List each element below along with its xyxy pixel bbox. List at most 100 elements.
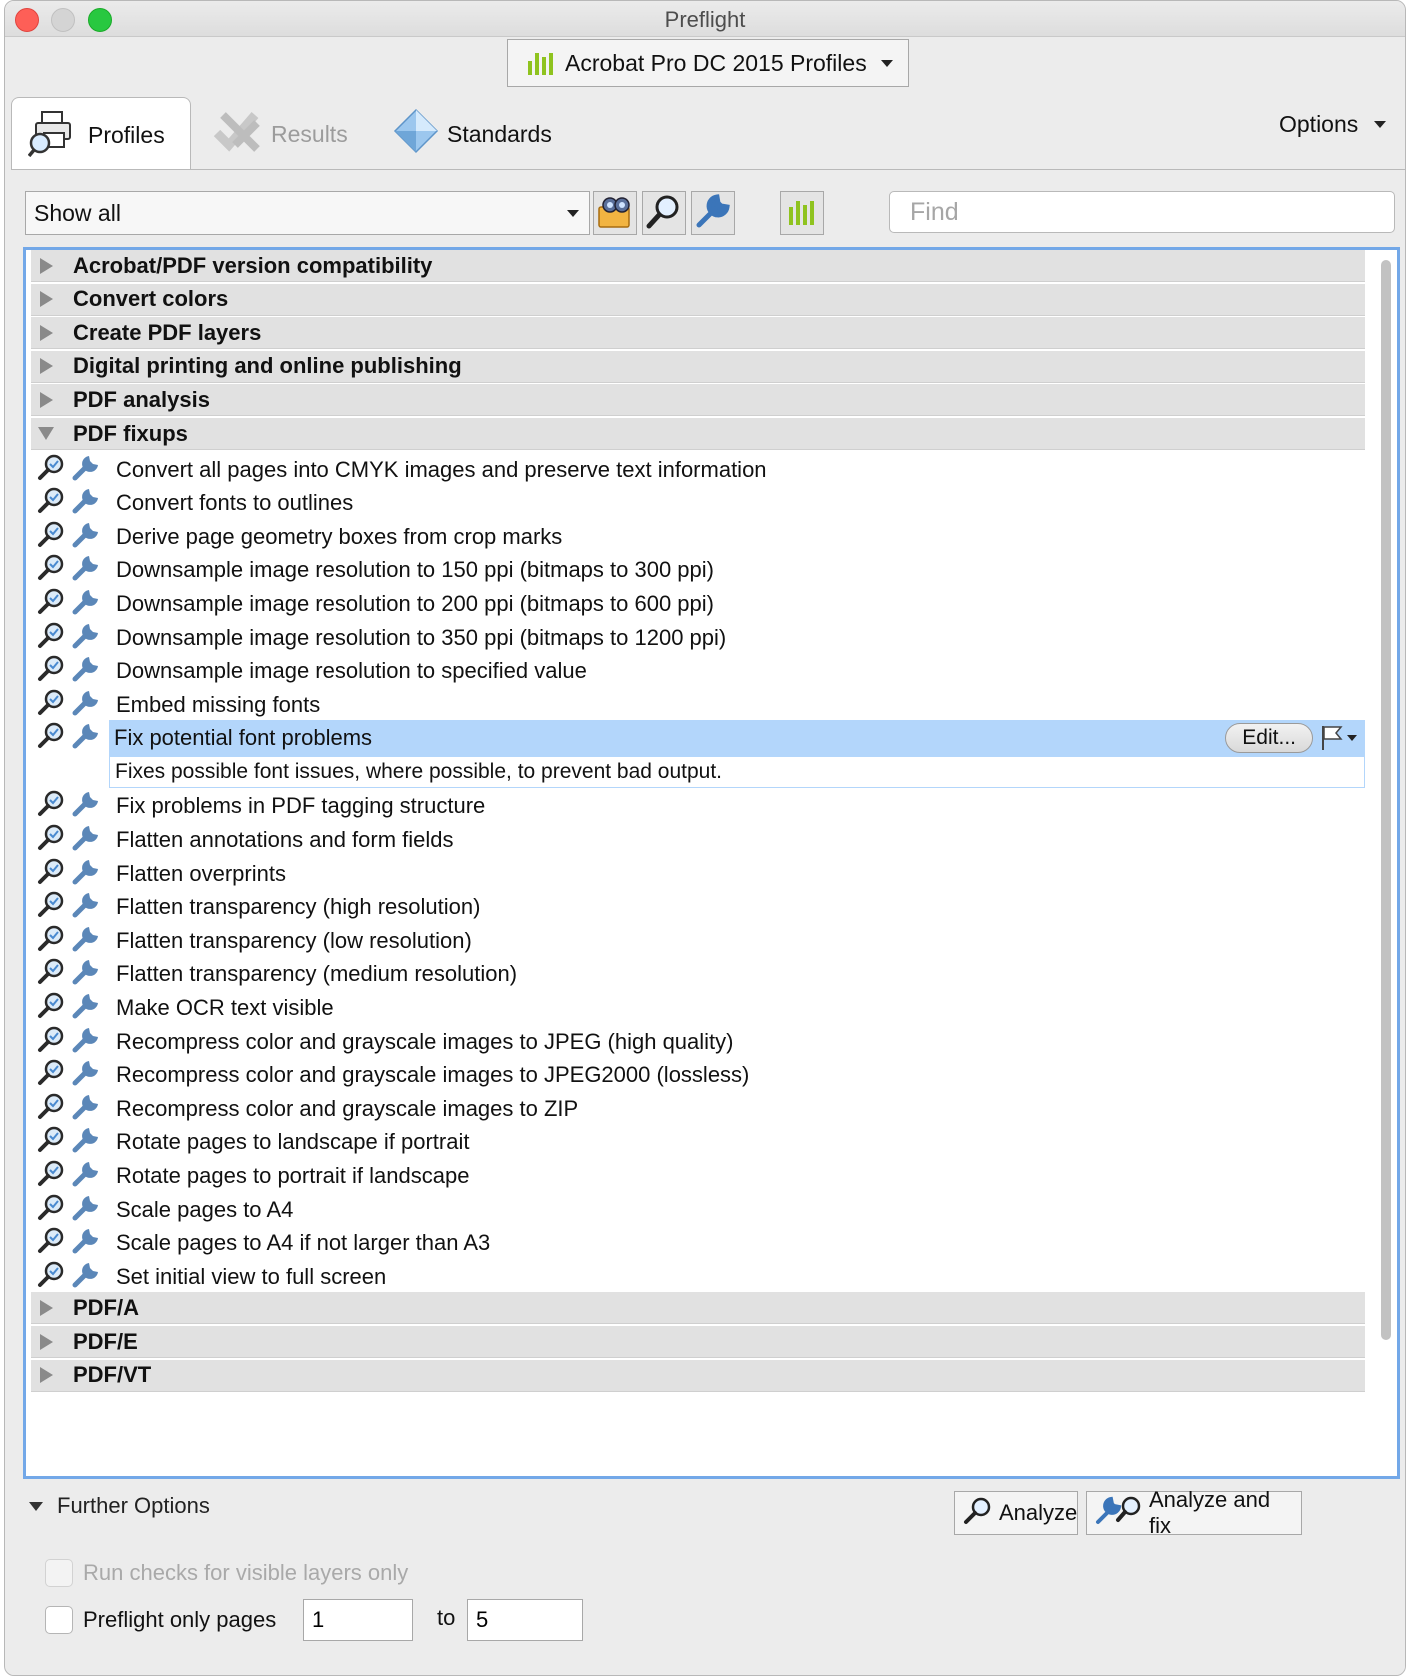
profile-group-header[interactable]: PDF/VT (31, 1359, 1365, 1392)
disclosure-closed-icon[interactable] (40, 391, 53, 408)
fixup-type-icons (31, 688, 111, 722)
fixup-list-item[interactable]: Rotate pages to portrait if landscape (31, 1158, 1365, 1194)
check-magnifier-icon (37, 924, 65, 958)
check-magnifier-icon (37, 890, 65, 924)
fixup-list-item[interactable]: Rotate pages to landscape if portrait (31, 1124, 1365, 1160)
options-menu[interactable]: Options (1279, 111, 1387, 138)
further-options-toggle[interactable]: Further Options (29, 1493, 210, 1519)
show-profiles-button[interactable] (593, 191, 637, 235)
check-magnifier-icon (37, 553, 65, 587)
fixup-label: Scale pages to A4 if not larger than A3 (116, 1230, 491, 1256)
preflight-pages-checkbox-row[interactable]: Preflight only pages (45, 1606, 276, 1634)
disclosure-closed-icon[interactable] (40, 257, 53, 274)
check-magnifier-icon (37, 991, 65, 1025)
fixup-list-item[interactable]: Convert fonts to outlines (31, 485, 1365, 521)
flag-menu-icon[interactable] (1319, 724, 1359, 752)
fixup-type-icons (31, 924, 111, 958)
wrench-icon (71, 453, 101, 487)
fixup-label: Recompress color and grayscale images to… (116, 1062, 750, 1088)
fixup-label: Convert fonts to outlines (116, 490, 354, 516)
fixup-list-item[interactable]: Downsample image resolution to 150 ppi (… (31, 552, 1365, 588)
show-fixups-button[interactable] (691, 191, 735, 235)
check-magnifier-icon (37, 789, 65, 823)
profile-group-header[interactable]: Convert colors (31, 283, 1365, 316)
fixup-list-item[interactable]: Recompress color and grayscale images to… (31, 1091, 1365, 1127)
fixup-list-item[interactable]: Downsample image resolution to 200 ppi (… (31, 586, 1365, 622)
check-magnifier-icon (37, 957, 65, 991)
fixup-type-icons (31, 1092, 111, 1126)
edit-profile-button[interactable]: Edit... (1225, 723, 1313, 754)
vertical-scrollbar[interactable] (1381, 260, 1391, 1340)
profile-group-label: Convert colors (73, 286, 229, 312)
fixup-type-icons (31, 621, 111, 655)
check-magnifier-icon (37, 1226, 65, 1260)
show-checks-button[interactable] (642, 191, 686, 235)
check-magnifier-icon (37, 1193, 65, 1227)
tab-results-label: Results (271, 120, 348, 147)
profile-group-header[interactable]: PDF analysis (31, 384, 1365, 417)
disclosure-closed-icon[interactable] (40, 1299, 53, 1316)
disclosure-closed-icon[interactable] (40, 291, 53, 308)
disclosure-open-icon[interactable] (38, 427, 54, 440)
fixup-label: Rotate pages to portrait if landscape (116, 1163, 470, 1188)
title-bar: Preflight (5, 1, 1405, 37)
analyze-and-fix-button[interactable]: Analyze and fix (1086, 1487, 1302, 1538)
fixup-list-item[interactable]: Scale pages to A4 (31, 1192, 1365, 1228)
fixup-list-item[interactable]: Flatten transparency (medium resolution) (31, 956, 1365, 992)
profiles-tree[interactable]: Acrobat/PDF version compatibility Convert… (23, 247, 1400, 1479)
preflight-pages-checkbox[interactable] (45, 1606, 73, 1634)
fixup-list-item[interactable]: Recompress color and grayscale images to… (31, 1024, 1365, 1060)
fixup-list-item[interactable]: Downsample image resolution to specified… (31, 653, 1365, 689)
disclosure-closed-icon[interactable] (40, 1333, 53, 1350)
fixup-type-icons (31, 1193, 111, 1227)
disclosure-closed-icon[interactable] (40, 324, 53, 341)
check-magnifier-icon (37, 1092, 65, 1126)
tab-standards[interactable]: Standards (393, 97, 552, 171)
wrench-icon (71, 1025, 101, 1059)
check-magnifier-icon (37, 1260, 65, 1294)
wrench-icon (71, 587, 101, 621)
window-title: Preflight (664, 7, 746, 32)
show-filter-select[interactable]: Show all (25, 191, 590, 235)
profile-group-header[interactable]: Acrobat/PDF version compatibility (31, 250, 1365, 282)
analyze-and-fix-label: Analyze and fix (1149, 1487, 1271, 1538)
profile-group-header[interactable]: PDF fixups (31, 418, 1365, 450)
fixup-list-item[interactable]: Flatten transparency (high resolution) (31, 889, 1365, 925)
profile-group-header[interactable]: PDF/A (31, 1292, 1365, 1325)
fixup-list-item[interactable]: Make OCR text visible (31, 990, 1365, 1026)
fixup-label: Fix potential font problems (114, 725, 373, 751)
check-magnifier-icon (37, 823, 65, 857)
profile-group-label: PDF/A (73, 1294, 139, 1320)
page-from-input[interactable] (303, 1599, 413, 1641)
fixup-label: Fix problems in PDF tagging structure (116, 793, 486, 819)
search-input[interactable] (889, 191, 1395, 233)
profile-group-header[interactable]: Digital printing and online publishing (31, 350, 1365, 383)
fixup-list-item[interactable]: Embed missing fonts (31, 687, 1365, 723)
fixup-list-item[interactable]: Flatten transparency (low resolution) (31, 923, 1365, 959)
fixup-list-item[interactable]: Fix potential font problems Edit... (31, 720, 1365, 757)
fixup-label: Downsample image resolution to specified… (116, 658, 587, 684)
check-magnifier-icon (37, 857, 65, 891)
library-toggle-button[interactable] (780, 191, 824, 235)
wrench-icon (71, 1193, 101, 1227)
bars-chart-icon (789, 201, 815, 225)
profile-group-header[interactable]: Create PDF layers (31, 317, 1365, 350)
wrench-icon (71, 991, 101, 1025)
disclosure-closed-icon[interactable] (40, 358, 53, 375)
fixup-list-item[interactable]: Downsample image resolution to 350 ppi (… (31, 620, 1365, 656)
tab-results[interactable]: Results (213, 97, 348, 171)
profiles-library-dropdown[interactable]: Acrobat Pro DC 2015 Profiles (507, 39, 909, 87)
fixup-list-item[interactable]: Flatten overprints (31, 856, 1365, 892)
fixup-list-item[interactable]: Fix problems in PDF tagging structure (31, 788, 1365, 824)
tab-profiles[interactable]: Profiles (11, 97, 191, 173)
fixup-list-item[interactable]: Scale pages to A4 if not larger than A3 (31, 1225, 1365, 1261)
analyze-button[interactable]: Analyze (954, 1491, 1078, 1535)
fixup-list-item[interactable]: Recompress color and grayscale images to… (31, 1057, 1365, 1093)
page-to-input[interactable] (467, 1599, 583, 1641)
fixup-list-item[interactable]: Set initial view to full screen (31, 1259, 1365, 1295)
fixup-list-item[interactable]: Convert all pages into CMYK images and p… (31, 452, 1365, 488)
fixup-list-item[interactable]: Derive page geometry boxes from crop mar… (31, 519, 1365, 555)
disclosure-closed-icon[interactable] (40, 1367, 53, 1384)
profile-group-header[interactable]: PDF/E (31, 1326, 1365, 1358)
fixup-list-item[interactable]: Flatten annotations and form fields (31, 822, 1365, 858)
